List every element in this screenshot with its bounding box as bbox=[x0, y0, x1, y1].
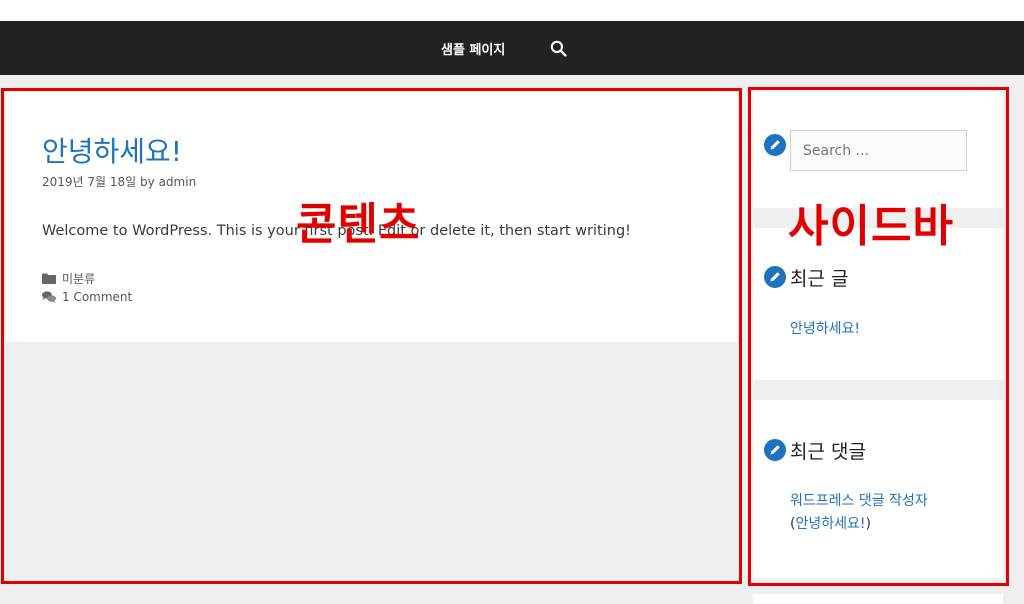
next-widget-stub bbox=[753, 594, 1003, 604]
recent-posts-widget: 최근 글 안녕하세요! bbox=[753, 228, 1003, 380]
post-article: 안녕하세요! 2019년 7월 18일 by admin Welcome to … bbox=[6, 92, 737, 342]
post-comments-link[interactable]: 1 Comment bbox=[62, 290, 132, 304]
search-icon[interactable] bbox=[550, 40, 567, 57]
pencil-icon bbox=[763, 438, 787, 462]
comment-author-link[interactable]: 워드프레스 댓글 작성자 bbox=[790, 493, 928, 509]
recent-posts-title: 최근 글 bbox=[790, 268, 849, 290]
comment-paren-close: ) bbox=[865, 516, 871, 532]
comment-post-link[interactable]: 안녕하세요! bbox=[795, 516, 865, 532]
post-by: by bbox=[140, 175, 155, 189]
comments-icon bbox=[42, 291, 56, 303]
post-author[interactable]: admin bbox=[159, 175, 197, 189]
top-navigation-bar: 샘플 페이지 bbox=[0, 21, 1024, 75]
top-white-strip bbox=[0, 0, 1024, 21]
search-widget bbox=[753, 92, 1003, 208]
post-comments-row: 1 Comment bbox=[42, 290, 132, 304]
pencil-icon bbox=[763, 265, 787, 289]
post-category-row: 미분류 bbox=[42, 270, 95, 287]
post-category-link[interactable]: 미분류 bbox=[62, 270, 95, 287]
post-date[interactable]: 2019년 7월 18일 bbox=[42, 175, 136, 189]
post-body: Welcome to WordPress. This is your first… bbox=[42, 223, 631, 239]
recent-post-link[interactable]: 안녕하세요! bbox=[790, 318, 860, 341]
search-input[interactable] bbox=[790, 130, 967, 171]
post-meta: 2019년 7월 18일 by admin bbox=[42, 173, 196, 190]
recent-comments-widget: 최근 댓글 워드프레스 댓글 작성자 (안녕하세요!) bbox=[753, 400, 1003, 578]
recent-comments-title: 최근 댓글 bbox=[790, 441, 866, 463]
pencil-icon bbox=[763, 133, 787, 157]
post-title[interactable]: 안녕하세요! bbox=[42, 130, 182, 170]
folder-icon bbox=[42, 273, 56, 284]
nav-item-sample-page[interactable]: 샘플 페이지 bbox=[441, 39, 505, 58]
recent-comment-item: 워드프레스 댓글 작성자 (안녕하세요!) bbox=[790, 490, 928, 536]
